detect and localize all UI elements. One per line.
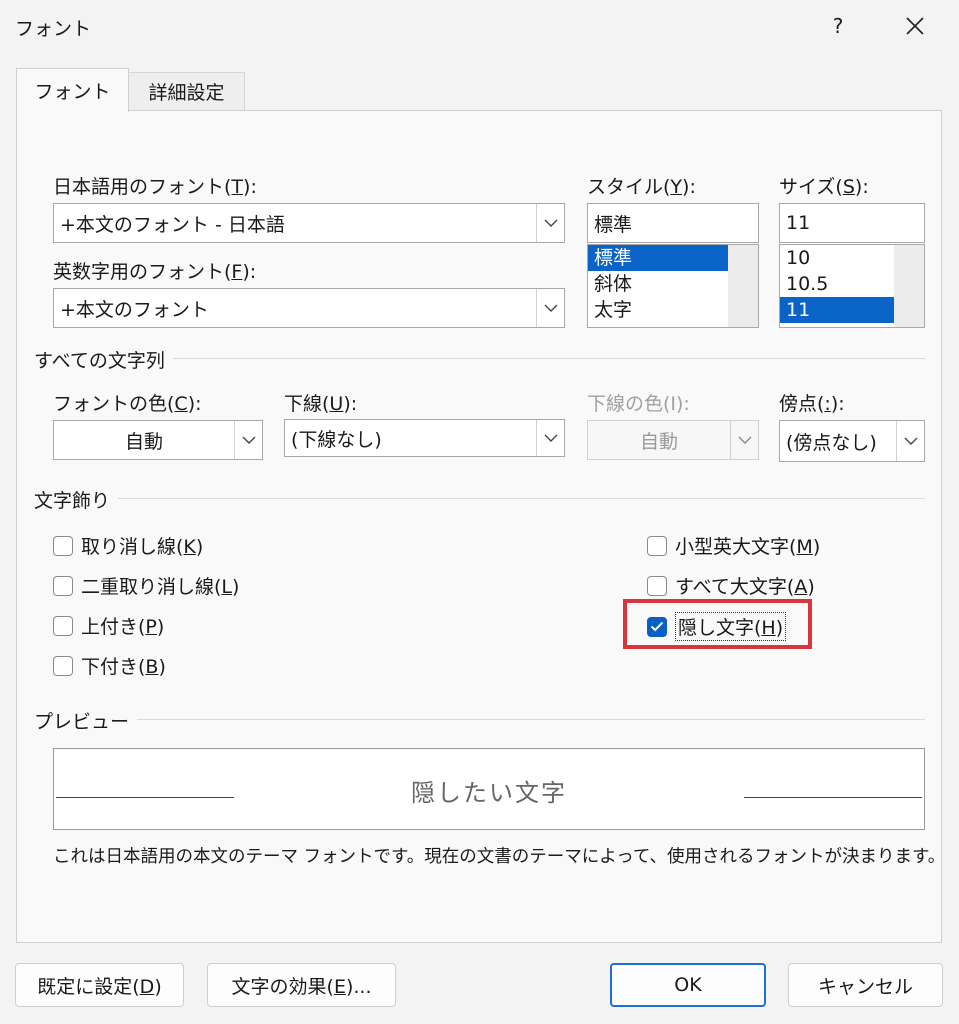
- preview-group-title: プレビュー: [34, 707, 138, 734]
- style-option[interactable]: 標準: [588, 245, 728, 271]
- preview-note: これは日本語用の本文のテーマ フォントです。現在の文書のテーマによって、使用され…: [53, 847, 946, 867]
- set-default-button[interactable]: 既定に設定(D): [15, 963, 184, 1007]
- preview-box: 隠したい文字: [53, 748, 925, 830]
- emphasis-combo[interactable]: (傍点なし): [779, 420, 925, 462]
- double-strikethrough-checkbox[interactable]: 二重取り消し線(L): [53, 572, 239, 599]
- highlight-box: [623, 599, 812, 649]
- style-label: スタイル(Y):: [587, 176, 696, 198]
- preview-divider: [36, 719, 925, 720]
- close-button[interactable]: [893, 8, 937, 44]
- checkbox-box[interactable]: [647, 575, 667, 596]
- checkbox-label: 小型英大文字(M): [675, 536, 821, 558]
- checkbox-box[interactable]: [647, 535, 667, 556]
- subscript-checkbox[interactable]: 下付き(B): [53, 652, 166, 679]
- size-listbox[interactable]: 10 10.5 11: [779, 244, 925, 328]
- checkbox-label: 下付き(B): [81, 656, 166, 678]
- underline-color-label: 下線の色(I):: [587, 393, 690, 415]
- ok-button[interactable]: OK: [610, 963, 766, 1007]
- preview-sample-text: 隠したい文字: [411, 779, 567, 807]
- latin-font-dropdown[interactable]: [536, 289, 564, 327]
- font-color-value[interactable]: 自動: [54, 427, 234, 454]
- size-label: サイズ(S):: [779, 176, 869, 198]
- checkbox-label: 取り消し線(K): [81, 536, 204, 558]
- text-effects-button[interactable]: 文字の効果(E)...: [207, 963, 396, 1007]
- cancel-button[interactable]: キャンセル: [788, 963, 943, 1007]
- button-label: 文字の効果(E)...: [231, 975, 372, 998]
- style-scrollbar[interactable]: [728, 245, 758, 327]
- style-input[interactable]: 標準: [587, 203, 759, 243]
- chevron-down-icon: [544, 219, 557, 227]
- chevron-down-icon: [242, 436, 255, 444]
- chevron-down-icon: [544, 434, 557, 442]
- emphasis-label: 傍点(:):: [779, 393, 845, 415]
- japanese-font-combo[interactable]: +本文のフォント - 日本語: [53, 203, 565, 243]
- all-text-group-title: すべての文字列: [34, 346, 173, 373]
- chevron-down-icon: [904, 437, 917, 445]
- size-option[interactable]: 10.5: [780, 271, 894, 297]
- japanese-font-value[interactable]: +本文のフォント - 日本語: [54, 210, 536, 237]
- style-option[interactable]: 斜体: [588, 271, 728, 297]
- tab-advanced[interactable]: 詳細設定: [129, 72, 245, 110]
- underline-label: 下線(U):: [284, 393, 358, 415]
- underline-color-value: 自動: [639, 430, 678, 453]
- strikethrough-checkbox[interactable]: 取り消し線(K): [53, 532, 203, 559]
- latin-font-value[interactable]: +本文のフォント: [54, 295, 536, 322]
- checkbox-box[interactable]: [53, 615, 73, 636]
- size-scrollbar[interactable]: [894, 245, 924, 327]
- window-title: フォント: [15, 18, 92, 40]
- size-option[interactable]: 11: [780, 297, 894, 323]
- japanese-font-label: 日本語用のフォント(T):: [53, 176, 257, 198]
- checkbox-label: 二重取り消し線(L): [81, 576, 240, 598]
- size-input[interactable]: 11: [779, 203, 925, 243]
- size-option[interactable]: 10: [780, 245, 894, 271]
- superscript-checkbox[interactable]: 上付き(P): [53, 612, 164, 639]
- tab-font[interactable]: フォント: [16, 68, 129, 112]
- checkbox-box[interactable]: [53, 655, 73, 676]
- checkbox-label: すべて大文字(A): [675, 576, 815, 598]
- emphasis-dropdown[interactable]: [896, 421, 924, 461]
- underline-value[interactable]: (下線なし): [285, 425, 536, 452]
- checkbox-label: 上付き(P): [81, 616, 165, 638]
- all-caps-checkbox[interactable]: すべて大文字(A): [647, 572, 815, 599]
- effects-divider: [36, 498, 925, 499]
- font-color-combo[interactable]: 自動: [53, 420, 263, 460]
- latin-font-combo[interactable]: +本文のフォント: [53, 288, 565, 328]
- font-color-dropdown[interactable]: [234, 421, 262, 459]
- underline-combo[interactable]: (下線なし): [284, 419, 565, 457]
- font-color-label: フォントの色(C):: [53, 393, 202, 415]
- help-icon: ?: [832, 14, 844, 38]
- style-option[interactable]: 太字: [588, 297, 728, 323]
- checkbox-box[interactable]: [53, 535, 73, 556]
- style-listbox[interactable]: 標準 斜体 太字: [587, 244, 759, 328]
- underline-dropdown[interactable]: [536, 420, 564, 456]
- chevron-down-icon: [544, 304, 557, 312]
- checkbox-box[interactable]: [53, 575, 73, 596]
- help-button[interactable]: ?: [820, 8, 856, 44]
- small-caps-checkbox[interactable]: 小型英大文字(M): [647, 532, 820, 559]
- button-label: 既定に設定(D): [37, 975, 162, 998]
- chevron-down-icon: [738, 436, 751, 444]
- latin-font-label: 英数字用のフォント(F):: [53, 261, 257, 283]
- close-icon: [906, 17, 924, 35]
- underline-color-dropdown: [730, 421, 758, 459]
- japanese-font-dropdown[interactable]: [536, 204, 564, 242]
- effects-group-title: 文字飾り: [34, 486, 119, 513]
- emphasis-value[interactable]: (傍点なし): [780, 428, 896, 455]
- underline-color-combo: 自動: [587, 420, 759, 460]
